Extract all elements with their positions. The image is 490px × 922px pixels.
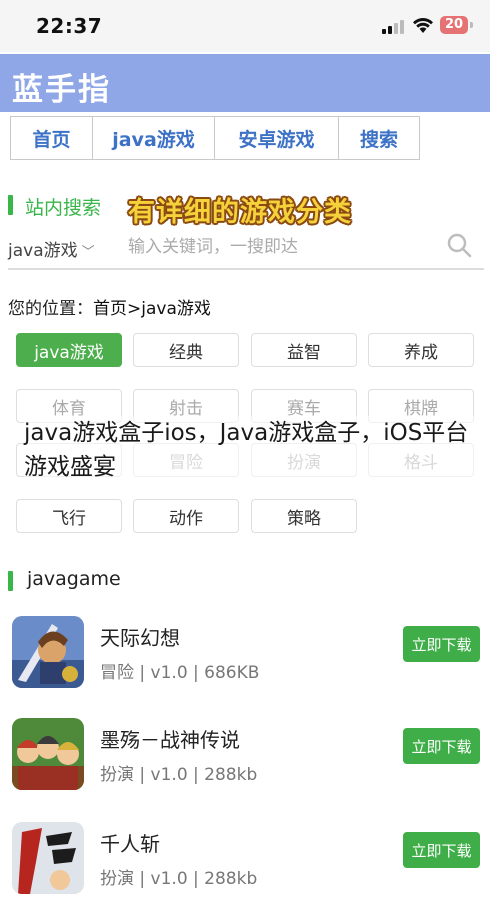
- category-puzzle[interactable]: 益智: [251, 333, 357, 367]
- category-strategy[interactable]: 策略: [251, 499, 357, 533]
- game-list-item[interactable]: 墨殇－战神传说 扮演 | v1.0 | 288kb 立即下载: [0, 718, 490, 818]
- status-time: 22:37: [36, 14, 103, 38]
- search-icon[interactable]: [446, 232, 472, 258]
- category-classic[interactable]: 经典: [133, 333, 239, 367]
- main-nav: 首页 java游戏 安卓游戏 搜索: [10, 116, 420, 160]
- battery-tip: [470, 22, 473, 28]
- status-bar: 22:37 20: [0, 0, 490, 52]
- game-meta: 扮演 | v1.0 | 288kb: [100, 869, 258, 889]
- game-name[interactable]: 天际幻想: [100, 622, 180, 651]
- list-section-label: javagame: [27, 568, 121, 590]
- game-name[interactable]: 千人斩: [100, 828, 160, 857]
- game-list-item[interactable]: 天际幻想 冒险 | v1.0 | 686KB 立即下载: [0, 616, 490, 716]
- game-meta: 冒险 | v1.0 | 686KB: [100, 663, 260, 683]
- thousand-slash-icon[interactable]: [12, 822, 84, 894]
- category-java-games[interactable]: java游戏: [16, 333, 122, 367]
- search-section-label: 站内搜索: [25, 197, 102, 219]
- game-meta: 扮演 | v1.0 | 288kb: [100, 765, 258, 785]
- category-nurture[interactable]: 养成: [368, 333, 474, 367]
- overlay-caption: java游戏盒子ios，Java游戏盒子，iOS平台游戏盛宴: [24, 416, 474, 484]
- site-header: 蓝手指: [0, 54, 490, 112]
- promo-text: 有详细的游戏分类: [128, 197, 352, 228]
- breadcrumb: 您的位置：首页>java游戏: [8, 294, 211, 319]
- search-input[interactable]: [128, 233, 428, 261]
- download-button[interactable]: 立即下载: [403, 832, 480, 868]
- nav-search[interactable]: 搜索: [338, 116, 420, 160]
- battery-icon: 20: [440, 16, 468, 34]
- section-marker: [8, 195, 13, 215]
- chevron-down-icon: ﹀: [81, 245, 95, 260]
- download-button[interactable]: 立即下载: [403, 626, 480, 662]
- site-title[interactable]: 蓝手指: [12, 64, 111, 109]
- category-flight[interactable]: 飞行: [16, 499, 122, 533]
- search-underline: [8, 268, 484, 270]
- category-action[interactable]: 动作: [133, 499, 239, 533]
- nav-java-games[interactable]: java游戏: [92, 116, 215, 160]
- nav-home[interactable]: 首页: [10, 116, 93, 160]
- download-button[interactable]: 立即下载: [403, 728, 480, 764]
- heroes-group-icon[interactable]: [12, 718, 84, 790]
- game-list-item[interactable]: 千人斩 扮演 | v1.0 | 288kb 立即下载: [0, 822, 490, 922]
- fantasy-warrior-icon[interactable]: [12, 616, 84, 688]
- breadcrumb-prefix: 您的位置：: [8, 299, 93, 319]
- game-name[interactable]: 墨殇－战神传说: [100, 724, 240, 753]
- search-category-value: java游戏: [8, 241, 78, 261]
- section-marker: [8, 571, 13, 591]
- wifi-icon: [413, 17, 433, 33]
- signal-icon: [382, 18, 406, 34]
- nav-android-games[interactable]: 安卓游戏: [214, 116, 339, 160]
- breadcrumb-path[interactable]: 首页>java游戏: [93, 299, 211, 319]
- search-category-select[interactable]: java游戏 ﹀: [8, 236, 95, 261]
